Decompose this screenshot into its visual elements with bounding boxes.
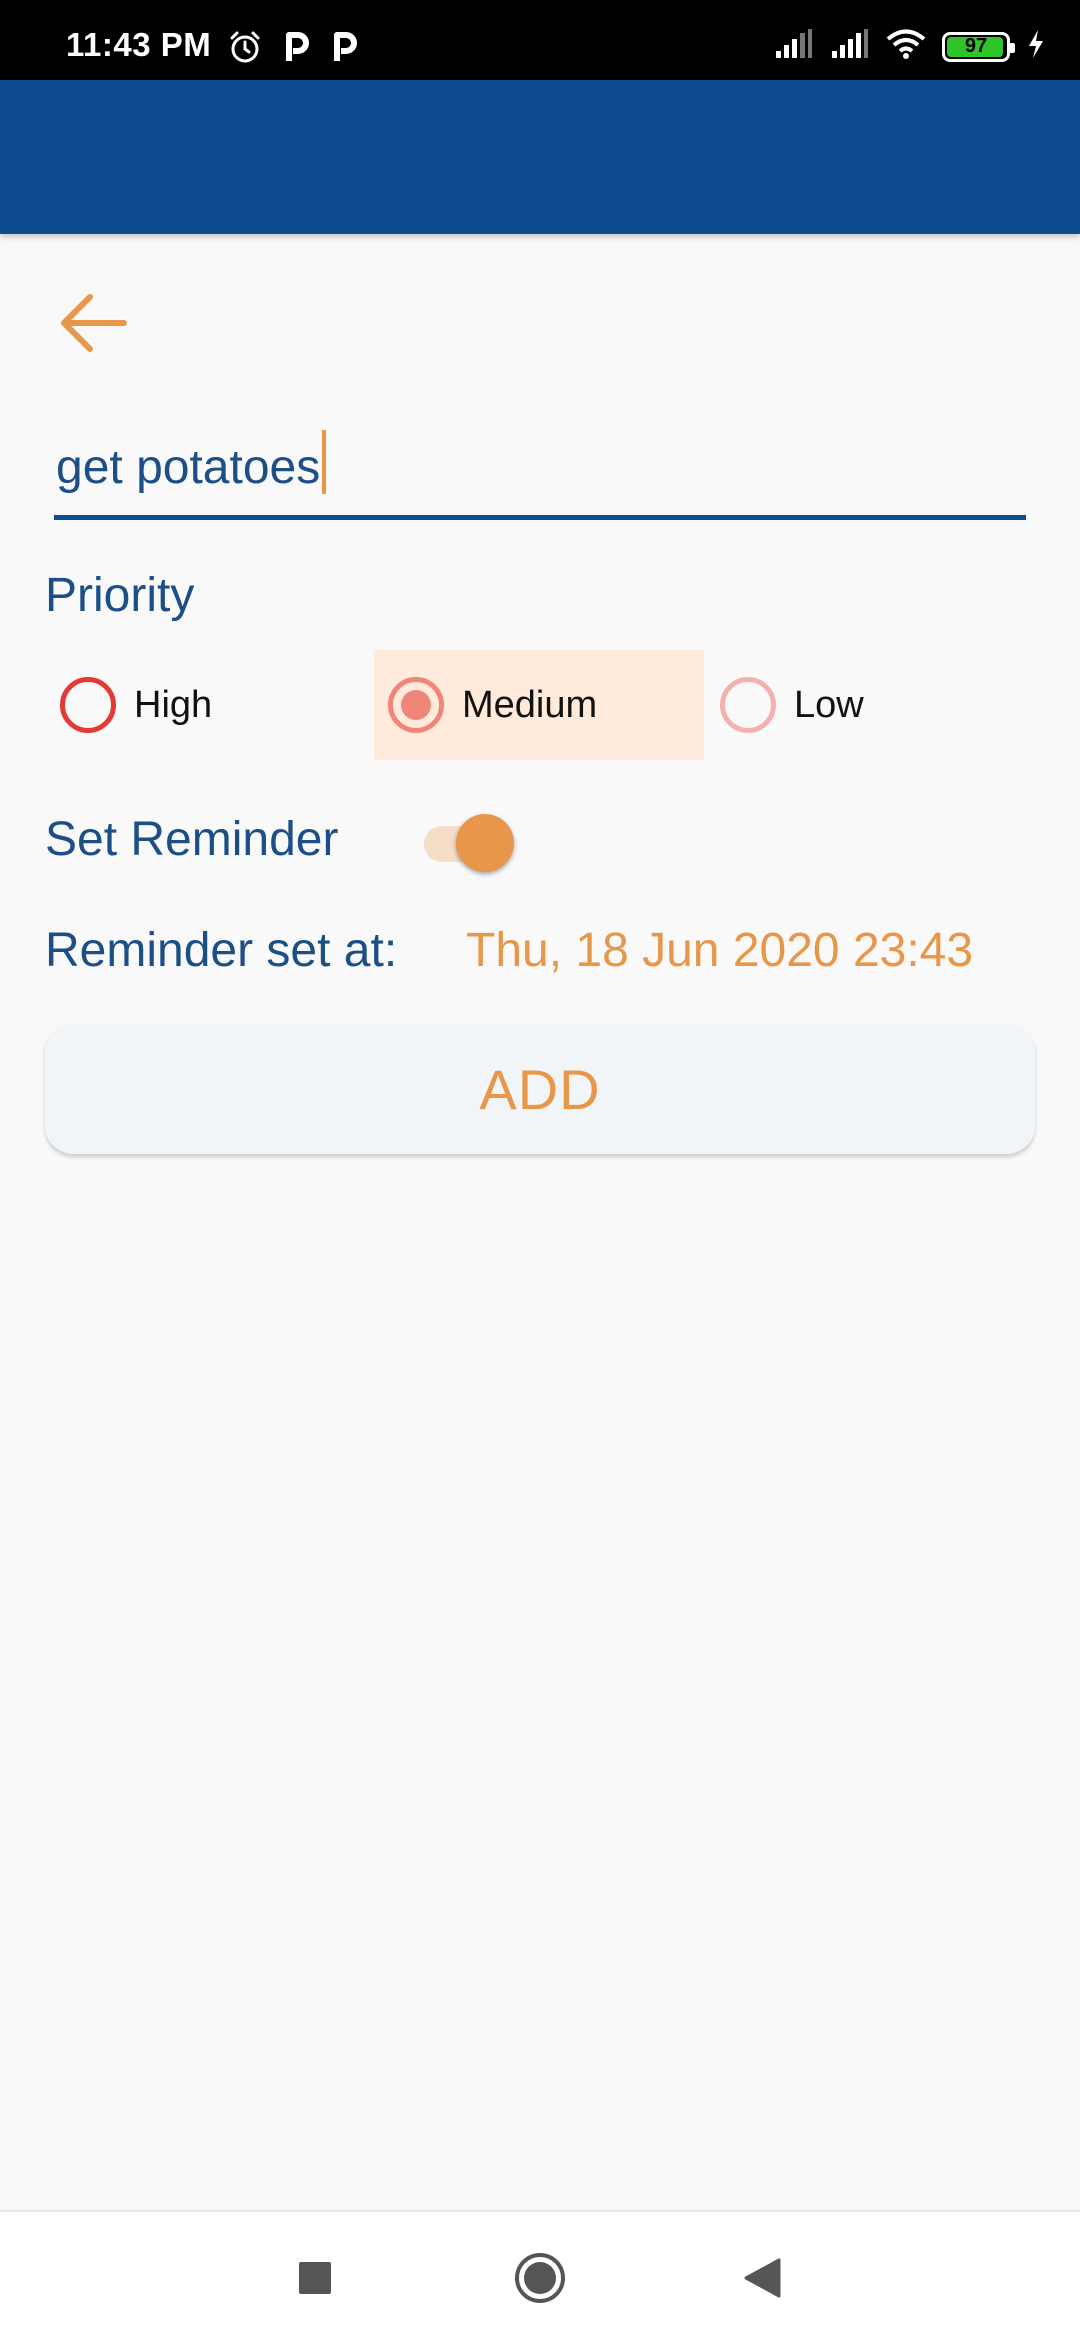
priority-option-label: Medium bbox=[462, 683, 598, 726]
parking-app-icon bbox=[284, 31, 310, 68]
priority-option-label: Low bbox=[794, 683, 864, 726]
wifi-icon bbox=[886, 28, 926, 65]
radio-button-icon bbox=[388, 677, 444, 733]
status-time: 11:43 PM bbox=[66, 26, 212, 63]
add-button[interactable]: ADD bbox=[45, 1024, 1035, 1154]
text-cursor bbox=[322, 430, 327, 494]
reminder-datetime[interactable]: Thu, 18 Jun 2020 23:43 bbox=[466, 923, 973, 978]
task-name-input[interactable] bbox=[54, 420, 1026, 520]
parking-app-icon bbox=[332, 31, 358, 68]
radio-button-icon bbox=[720, 677, 776, 733]
reminder-set-at-label: Reminder set at: bbox=[45, 924, 398, 977]
back-button[interactable] bbox=[52, 288, 132, 358]
home-button[interactable] bbox=[510, 2248, 570, 2308]
signal-icon bbox=[774, 29, 814, 64]
priority-option-high[interactable]: High bbox=[46, 650, 366, 760]
alarm-icon bbox=[228, 30, 262, 69]
square-icon bbox=[299, 2262, 331, 2294]
priority-label: Priority bbox=[45, 569, 195, 622]
arrow-left-icon bbox=[61, 294, 127, 352]
triangle-back-icon bbox=[744, 2258, 781, 2298]
reminder-toggle[interactable] bbox=[424, 808, 514, 872]
status-bar: 11:43 PM 97 bbox=[0, 0, 1080, 80]
signal-icon bbox=[830, 29, 870, 64]
battery-level-text: 97 bbox=[964, 35, 988, 57]
priority-option-medium[interactable]: Medium bbox=[374, 650, 704, 760]
system-nav-bar bbox=[0, 2210, 1080, 2340]
battery-icon: 97 bbox=[942, 31, 1015, 62]
recents-button[interactable] bbox=[285, 2248, 345, 2308]
priority-option-label: High bbox=[134, 683, 213, 726]
app-bar bbox=[0, 80, 1080, 234]
set-reminder-label: Set Reminder bbox=[45, 813, 339, 866]
circle-icon bbox=[515, 2253, 565, 2303]
charging-icon bbox=[1026, 29, 1046, 64]
toggle-thumb bbox=[456, 814, 514, 872]
back-nav-button[interactable] bbox=[732, 2248, 792, 2308]
priority-option-low[interactable]: Low bbox=[706, 650, 1006, 760]
radio-button-icon bbox=[60, 677, 116, 733]
